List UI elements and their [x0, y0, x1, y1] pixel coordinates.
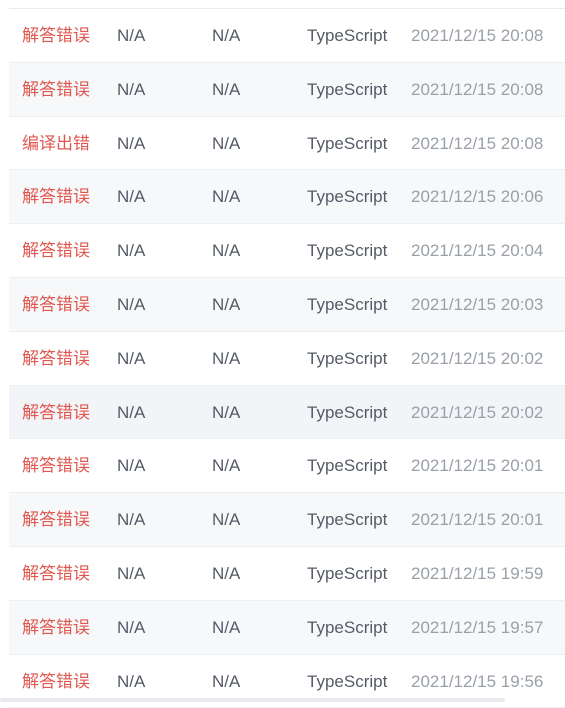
table-row: 解答错误 N/A N/A TypeScript 2021/12/15 20:01: [9, 439, 565, 494]
memory-cell: N/A: [212, 348, 241, 368]
runtime-cell: N/A: [117, 402, 146, 422]
language-cell: TypeScript: [307, 133, 388, 153]
runtime-cell: N/A: [117, 241, 146, 261]
table-row: 解答错误 N/A N/A TypeScript 2021/12/15 19:57: [9, 600, 565, 655]
language-cell: TypeScript: [307, 563, 388, 583]
submitted-time-cell: 2021/12/15 20:06: [411, 187, 544, 207]
table-row: 解答错误 N/A N/A TypeScript 2021/12/15 20:08: [9, 9, 565, 63]
status-link[interactable]: 解答错误: [22, 493, 90, 546]
status-link[interactable]: 解答错误: [22, 278, 90, 331]
runtime-cell: N/A: [117, 79, 146, 99]
runtime-cell: N/A: [117, 26, 146, 45]
table-row: 编译出错 N/A N/A TypeScript 2021/12/15 20:08: [9, 117, 565, 171]
language-cell: TypeScript: [307, 510, 388, 530]
table-row: 解答错误 N/A N/A TypeScript 2021/12/15 19:59: [9, 547, 565, 601]
submitted-time-cell: 2021/12/15 20:01: [411, 510, 544, 530]
language-cell: TypeScript: [307, 241, 388, 261]
submitted-time-cell: 2021/12/15 20:03: [411, 294, 544, 314]
memory-cell: N/A: [212, 187, 241, 207]
memory-cell: N/A: [212, 26, 241, 45]
language-cell: TypeScript: [307, 79, 388, 99]
memory-cell: N/A: [212, 133, 241, 153]
status-link[interactable]: 解答错误: [22, 601, 90, 654]
status-link[interactable]: 解答错误: [22, 386, 90, 439]
memory-cell: N/A: [212, 241, 241, 261]
runtime-cell: N/A: [117, 348, 146, 368]
submitted-time-cell: 2021/12/15 20:02: [411, 402, 544, 422]
runtime-cell: N/A: [117, 187, 146, 207]
status-link[interactable]: 解答错误: [22, 9, 90, 62]
status-link[interactable]: 解答错误: [22, 170, 90, 223]
submissions-table: 解答错误 N/A N/A TypeScript 2021/12/15 20:08…: [9, 8, 565, 708]
memory-cell: N/A: [212, 563, 241, 583]
status-link[interactable]: 解答错误: [22, 224, 90, 277]
memory-cell: N/A: [212, 510, 241, 530]
submitted-time-cell: 2021/12/15 20:08: [411, 133, 544, 153]
table-top-edge: [9, 0, 565, 8]
runtime-cell: N/A: [117, 133, 146, 153]
table-row: 解答错误 N/A N/A TypeScript 2021/12/15 20:06: [9, 170, 565, 225]
language-cell: TypeScript: [307, 456, 388, 476]
memory-cell: N/A: [212, 402, 241, 422]
submitted-time-cell: 2021/12/15 20:02: [411, 348, 544, 368]
memory-cell: N/A: [212, 456, 241, 476]
runtime-cell: N/A: [117, 510, 146, 530]
submitted-time-cell: 2021/12/15 20:08: [411, 26, 544, 45]
language-cell: TypeScript: [307, 402, 388, 422]
submitted-time-cell: 2021/12/15 19:59: [411, 563, 544, 583]
runtime-cell: N/A: [117, 456, 146, 476]
memory-cell: N/A: [212, 79, 241, 99]
runtime-cell: N/A: [117, 563, 146, 583]
status-link[interactable]: 解答错误: [22, 63, 90, 116]
language-cell: TypeScript: [307, 26, 388, 45]
memory-cell: N/A: [212, 617, 241, 637]
language-cell: TypeScript: [307, 617, 388, 637]
status-link[interactable]: 解答错误: [22, 332, 90, 385]
submitted-time-cell: 2021/12/15 20:08: [411, 79, 544, 99]
language-cell: TypeScript: [307, 294, 388, 314]
submitted-time-cell: 2021/12/15 20:04: [411, 241, 544, 261]
table-row: 解答错误 N/A N/A TypeScript 2021/12/15 20:03: [9, 277, 565, 332]
status-link[interactable]: 解答错误: [22, 547, 90, 600]
submitted-time-cell: 2021/12/15 19:57: [411, 617, 544, 637]
table-row: 解答错误 N/A N/A TypeScript 2021/12/15 20:01: [9, 493, 565, 547]
status-link[interactable]: 编译出错: [22, 117, 90, 170]
table-row: 解答错误 N/A N/A TypeScript 2021/12/15 20:08: [9, 62, 565, 117]
table-row: 解答错误 N/A N/A TypeScript 2021/12/15 20:02: [9, 332, 565, 386]
language-cell: TypeScript: [307, 187, 388, 207]
table-row: 解答错误 N/A N/A TypeScript 2021/12/15 20:02: [9, 385, 565, 440]
runtime-cell: N/A: [117, 617, 146, 637]
language-cell: TypeScript: [307, 348, 388, 368]
submitted-time-cell: 2021/12/15 20:01: [411, 456, 544, 476]
status-link[interactable]: 解答错误: [22, 439, 90, 492]
runtime-cell: N/A: [117, 294, 146, 314]
horizontal-scrollbar[interactable]: [0, 698, 505, 702]
table-row: 解答错误 N/A N/A TypeScript 2021/12/15 20:04: [9, 224, 565, 278]
memory-cell: N/A: [212, 294, 241, 314]
